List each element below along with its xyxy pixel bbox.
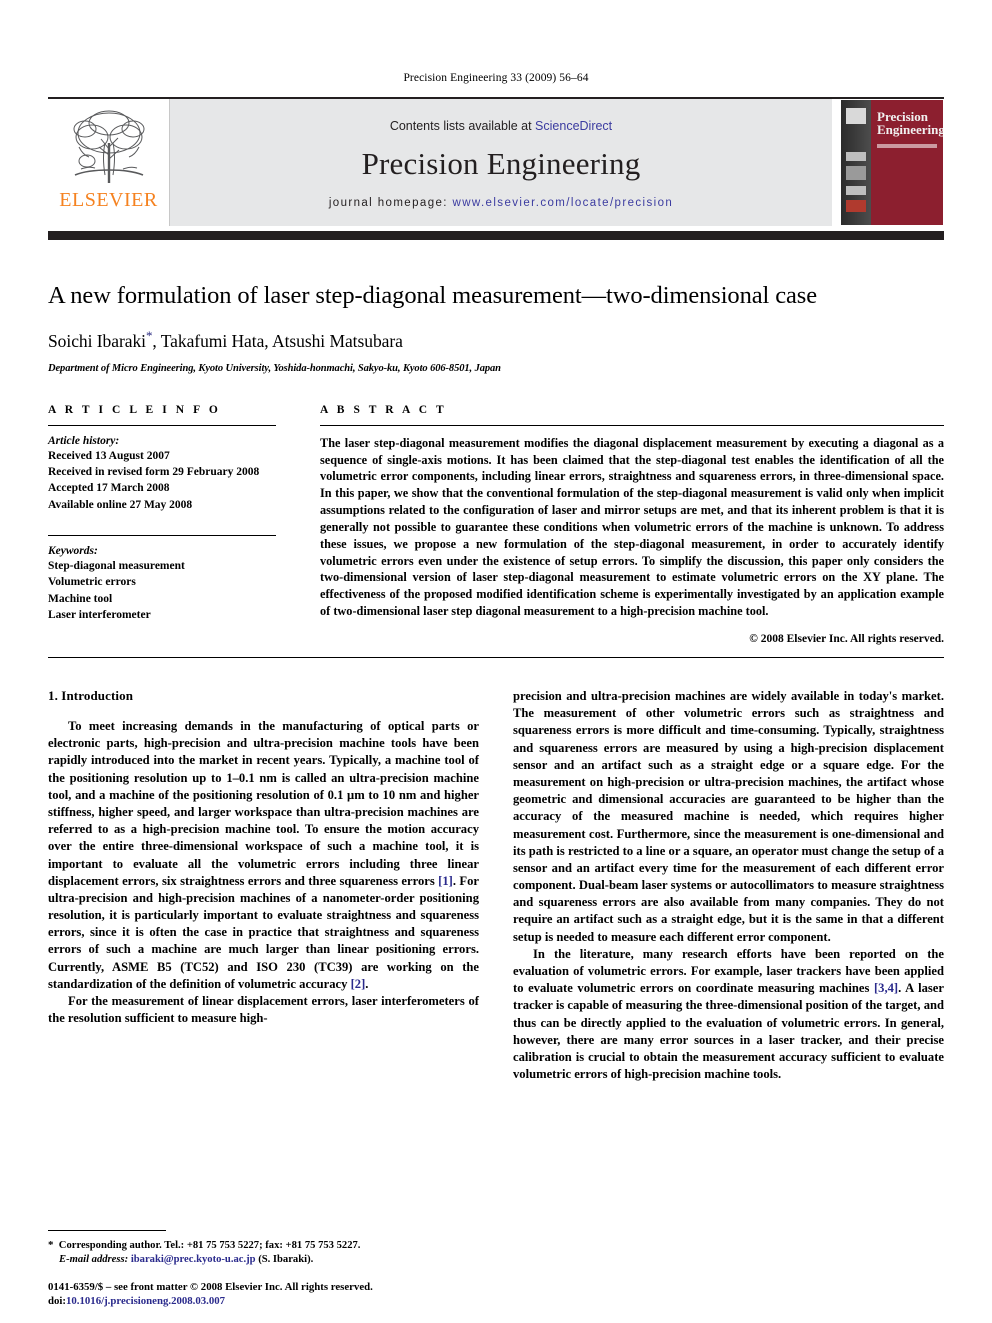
- author-name-first: Soichi Ibaraki: [48, 330, 146, 351]
- article-info-rule: [48, 424, 276, 426]
- history-item: Received 13 August 2007: [48, 449, 170, 462]
- cover-title: Precision Engineering: [877, 109, 944, 138]
- abstract-rule: [320, 424, 944, 426]
- journal-homepage-link[interactable]: www.elsevier.com/locate/precision: [452, 197, 673, 209]
- title-block: A new formulation of laser step-diagonal…: [48, 240, 944, 374]
- running-head: Precision Engineering 33 (2009) 56–64: [403, 72, 589, 84]
- paragraph-text: . For ultra-precision and high-precision…: [48, 873, 479, 991]
- paragraph: To meet increasing demands in the manufa…: [48, 718, 479, 993]
- imprint-front-matter: 0141-6359/$ – see front matter © 2008 El…: [48, 1280, 373, 1293]
- cover-text-block-1: [846, 152, 866, 161]
- citation-link[interactable]: [1]: [438, 874, 453, 888]
- masthead-bottom-rule: [48, 231, 944, 240]
- citation-link[interactable]: [3,4]: [874, 981, 898, 995]
- journal-homepage-line: journal homepage: www.elsevier.com/locat…: [329, 197, 673, 209]
- keyword-item: Volumetric errors: [48, 576, 136, 589]
- contents-available-line: Contents lists available at ScienceDirec…: [390, 119, 612, 133]
- footnote-area: * Corresponding author. Tel.: +81 75 753…: [48, 1229, 479, 1268]
- history-item: Available online 27 May 2008: [48, 498, 193, 511]
- cover-title-line-2: Engineering: [877, 122, 944, 138]
- cover-title-line-1: Precision: [877, 109, 929, 124]
- article-info-column: A R T I C L E I N F O Article history: R…: [48, 404, 298, 645]
- history-item: Accepted 17 March 2008: [48, 482, 170, 495]
- abstract-heading: A B S T R A C T: [320, 403, 447, 416]
- contents-prefix-text: Contents lists available at: [389, 118, 536, 133]
- paragraph-text: .: [365, 976, 369, 991]
- history-item: Received in revised form 29 February 200…: [48, 466, 260, 479]
- paragraph-text: To meet increasing demands in the manufa…: [48, 719, 479, 888]
- doi-link[interactable]: 10.1016/j.precisioneng.2008.03.007: [66, 1295, 225, 1307]
- article-info-heading: A R T I C L E I N F O: [48, 403, 221, 416]
- keywords-group: Keywords: Step-diagonal measurement Volu…: [48, 535, 276, 623]
- elsevier-tree-icon: [73, 110, 144, 183]
- body-column-right: precision and ultra-precision machines a…: [513, 688, 944, 1083]
- footnote-marker: *: [48, 1238, 54, 1251]
- paragraph-text: . A laser tracker is capable of measurin…: [513, 981, 944, 1082]
- journal-title: Precision Engineering: [361, 145, 641, 181]
- keyword-item: Laser interferometer: [48, 609, 151, 622]
- body-column-left: 1. Introduction To meet increasing deman…: [48, 688, 479, 1083]
- keywords-rule: [48, 535, 276, 537]
- paragraph: For the measurement of linear displaceme…: [48, 994, 479, 1026]
- copyright-line: © 2008 Elsevier Inc. All rights reserved…: [749, 633, 944, 646]
- article-history-label: Article history:: [48, 434, 120, 447]
- doi-line: doi:10.1016/j.precisioneng.2008.03.007: [48, 1294, 608, 1309]
- info-abstract-block: A R T I C L E I N F O Article history: R…: [48, 404, 944, 659]
- keyword-item: Machine tool: [48, 592, 113, 605]
- citation-link[interactable]: [2]: [351, 977, 366, 991]
- footnote-rule: [48, 1229, 166, 1231]
- journal-cover-thumbnail: Precision Engineering: [840, 99, 944, 226]
- paragraph: precision and ultra-precision machines a…: [513, 689, 944, 944]
- cover-text-block-2: [846, 186, 866, 195]
- author-list: Soichi Ibaraki*, Takafumi Hata, Atsushi …: [48, 328, 944, 352]
- footnote-text: Corresponding author. Tel.: +81 75 753 5…: [58, 1239, 361, 1251]
- journal-masthead: ELSEVIER Contents lists available at Sci…: [48, 97, 944, 226]
- homepage-prefix-text: journal homepage:: [328, 196, 453, 209]
- cover-graphic-block: [846, 166, 866, 180]
- elsevier-wordmark: ELSEVIER: [59, 189, 158, 211]
- email-label: E-mail address:: [59, 1254, 129, 1266]
- section-heading-introduction: 1. Introduction: [48, 688, 134, 704]
- email-link[interactable]: ibaraki@prec.kyoto-u.ac.jp: [131, 1254, 256, 1265]
- cover-subtitle-rule: [877, 144, 937, 148]
- abstract-column: A B S T R A C T The laser step-diagonal …: [298, 404, 944, 645]
- keywords-label: Keywords:: [48, 545, 98, 558]
- affiliation: Department of Micro Engineering, Kyoto U…: [48, 362, 501, 374]
- sciencedirect-link[interactable]: ScienceDirect: [535, 119, 612, 133]
- email-suffix: (S. Ibaraki).: [258, 1254, 314, 1266]
- imprint-block: 0141-6359/$ – see front matter © 2008 El…: [48, 1280, 608, 1309]
- elsevier-logo: ELSEVIER: [48, 99, 170, 226]
- cover-graphic-block-2: [846, 200, 866, 212]
- page-title: A new formulation of laser step-diagonal…: [48, 282, 817, 309]
- author-names-rest: , Takafumi Hata, Atsushi Matsubara: [152, 330, 403, 351]
- corresponding-author-footnote: * Corresponding author. Tel.: +81 75 753…: [48, 1238, 479, 1254]
- doi-label: doi:: [48, 1295, 66, 1308]
- journal-article-page: Precision Engineering 33 (2009) 56–64 EL…: [0, 0, 992, 1323]
- email-footnote: E-mail address: ibaraki@prec.kyoto-u.ac.…: [48, 1253, 479, 1268]
- cover-logo-square: [846, 108, 866, 124]
- abstract-text: The laser step-diagonal measurement modi…: [320, 435, 944, 619]
- keyword-item: Step-diagonal measurement: [48, 560, 185, 573]
- paragraph: In the literature, many research efforts…: [513, 946, 944, 1084]
- journal-band: Contents lists available at ScienceDirec…: [170, 99, 832, 226]
- body-columns: 1. Introduction To meet increasing deman…: [48, 688, 944, 1083]
